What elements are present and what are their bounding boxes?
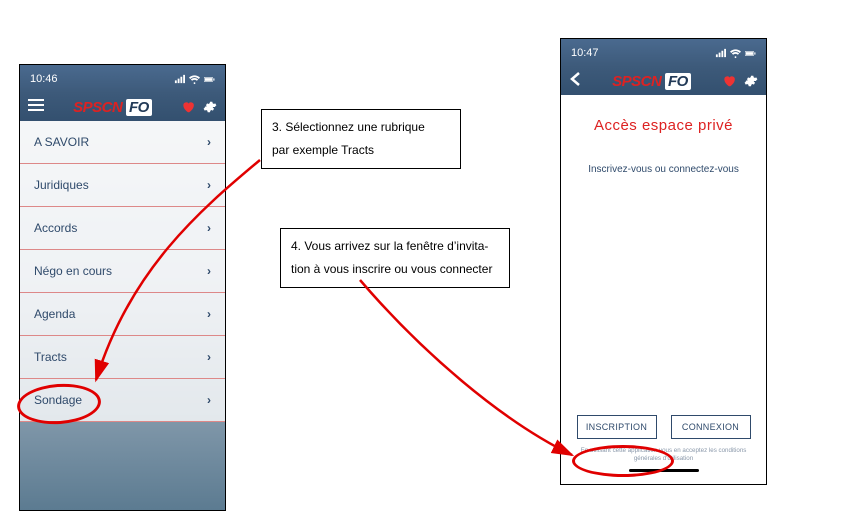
status-time: 10:46 [30, 73, 58, 85]
status-icons [715, 48, 756, 59]
menu-item-agenda[interactable]: Agenda › [20, 293, 225, 336]
gear-icon[interactable] [744, 74, 758, 88]
button-row: INSCRIPTION CONNEXION [561, 415, 766, 439]
callout-line: 4. Vous arrivez sur la fenêtre d’invita- [291, 235, 499, 258]
wifi-icon [730, 48, 741, 59]
hamburger-icon[interactable] [28, 98, 44, 116]
gear-icon[interactable] [203, 100, 217, 114]
callout-line: 3. Sélectionnez une rubrique [272, 116, 450, 139]
signal-icon [715, 48, 726, 59]
menu-item-asavoir[interactable]: A SAVOIR › [20, 121, 225, 164]
logo-text-a: SPSCN [73, 99, 122, 116]
menu-item-label: Tracts [34, 350, 67, 364]
status-time: 10:47 [571, 47, 599, 59]
menu-item-label: Juridiques [34, 178, 89, 192]
callout-line: tion à vous inscrire ou vous connecter [291, 258, 499, 281]
menu-item-accords[interactable]: Accords › [20, 207, 225, 250]
phone-login-screenshot: 10:47 SPSCN FO [560, 38, 767, 485]
menu-item-tracts[interactable]: Tracts › [20, 336, 225, 379]
page-subtitle: Inscrivez-vous ou connectez-vous [561, 164, 766, 175]
app-logo: SPSCN FO [612, 73, 691, 90]
wifi-icon [189, 74, 200, 85]
connexion-button[interactable]: CONNEXION [671, 415, 751, 439]
menu-item-juridiques[interactable]: Juridiques › [20, 164, 225, 207]
status-icons [174, 74, 215, 85]
logo-text-b: FO [665, 73, 691, 90]
app-logo: SPSCN FO [73, 99, 152, 116]
chevron-right-icon: › [207, 393, 211, 407]
back-icon[interactable] [569, 72, 581, 91]
status-bar: 10:46 [20, 65, 225, 93]
status-bar: 10:47 [561, 39, 766, 67]
menu-item-nego[interactable]: Négo en cours › [20, 250, 225, 293]
heart-icon[interactable] [722, 74, 736, 88]
annotation-circle-inscription [572, 445, 674, 477]
inscription-button[interactable]: INSCRIPTION [577, 415, 657, 439]
page-title: Accès espace privé [561, 117, 766, 134]
logo-text-a: SPSCN [612, 73, 661, 90]
menu-item-label: Négo en cours [34, 264, 112, 278]
logo-text-b: FO [126, 99, 152, 116]
callout-step4: 4. Vous arrivez sur la fenêtre d’invita-… [280, 228, 510, 288]
menu-item-label: Accords [34, 221, 77, 235]
signal-icon [174, 74, 185, 85]
callout-line: par exemple Tracts [272, 139, 450, 162]
heart-icon[interactable] [181, 100, 195, 114]
menu-item-label: Agenda [34, 307, 75, 321]
chevron-right-icon: › [207, 178, 211, 192]
chevron-right-icon: › [207, 135, 211, 149]
callout-step3: 3. Sélectionnez une rubrique par exemple… [261, 109, 461, 169]
menu-list: A SAVOIR › Juridiques › Accords › Négo e… [20, 121, 225, 422]
menu-item-label: A SAVOIR [34, 135, 89, 149]
chevron-right-icon: › [207, 350, 211, 364]
battery-icon [204, 74, 215, 85]
app-header: SPSCN FO [561, 67, 766, 95]
phone-menu-screenshot: 10:46 SPSCN FO [19, 64, 226, 511]
chevron-right-icon: › [207, 221, 211, 235]
app-header: SPSCN FO [20, 93, 225, 121]
chevron-right-icon: › [207, 264, 211, 278]
arrow-to-inscription [360, 280, 572, 455]
chevron-right-icon: › [207, 307, 211, 321]
battery-icon [745, 48, 756, 59]
